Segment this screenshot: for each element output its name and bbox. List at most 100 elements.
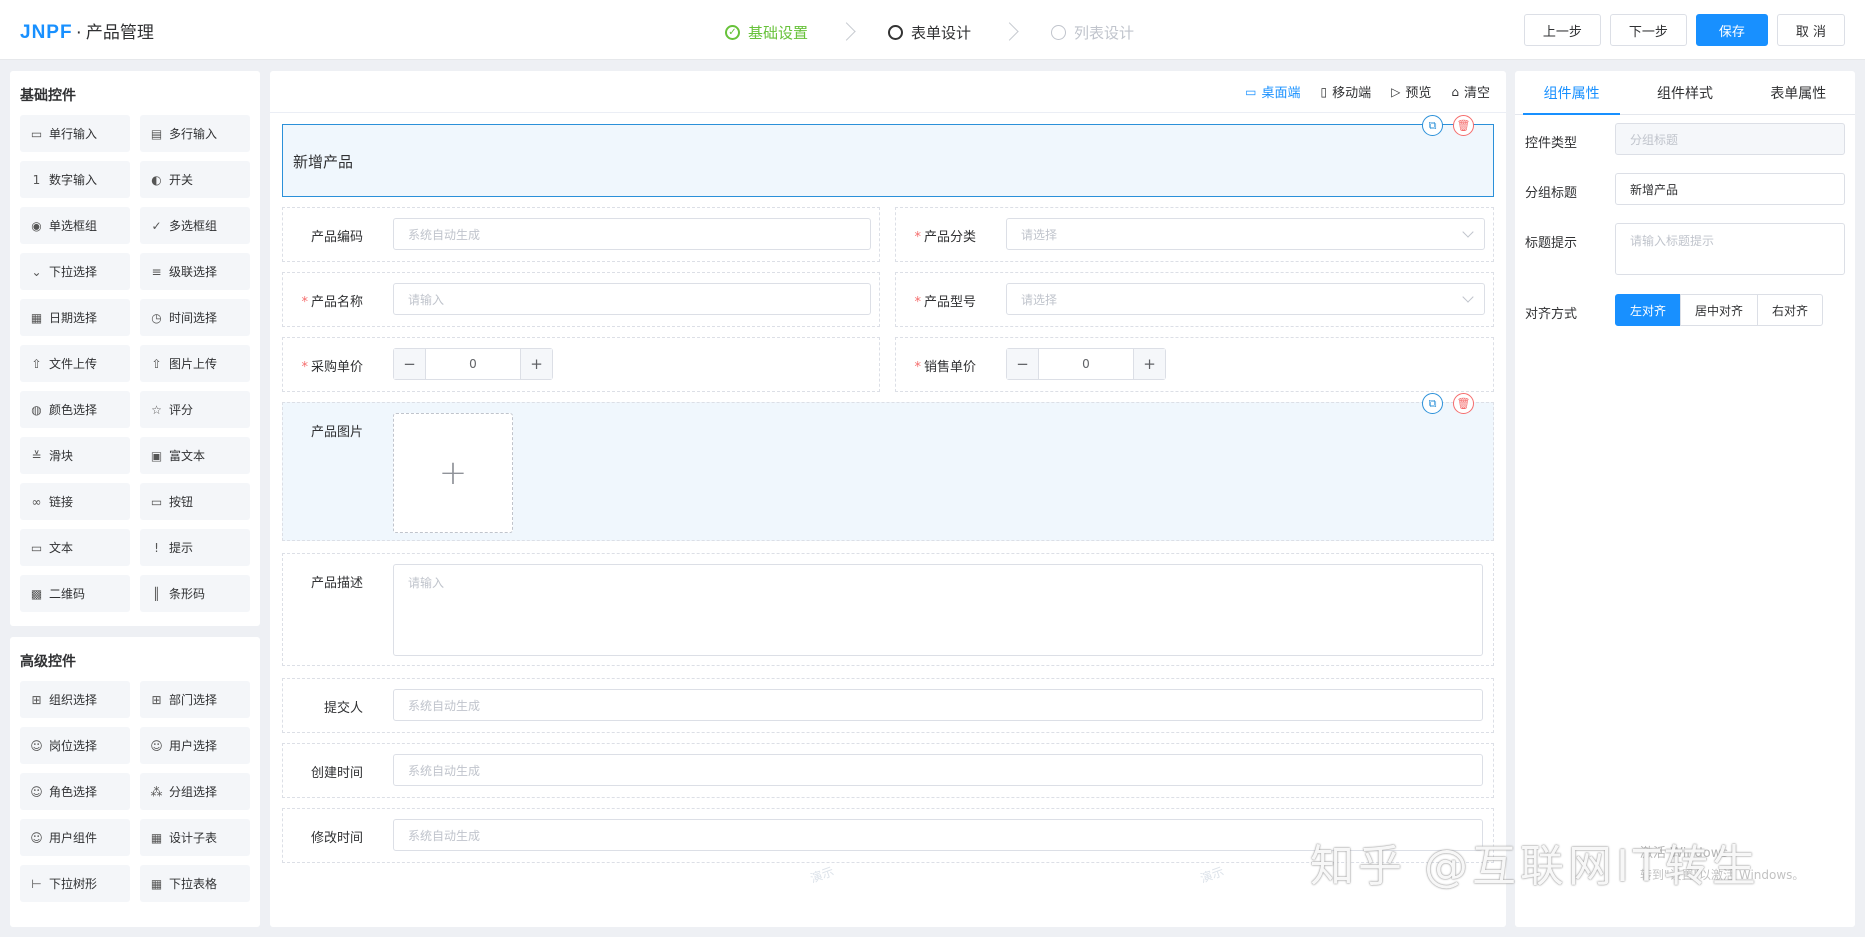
top-header: JNPF · 产品管理 ✓ 基础设置 表单设计 列表设计 上一步 下一步 保存 取 … xyxy=(0,0,1865,60)
align-left-button[interactable]: 左对齐 xyxy=(1615,294,1682,326)
minus-icon[interactable]: − xyxy=(1007,349,1039,379)
product-name-input[interactable]: 请输入 xyxy=(393,283,871,315)
tab-component-style[interactable]: 组件样式 xyxy=(1628,71,1741,114)
placeholder: 请输入 xyxy=(408,292,445,307)
control-icon: ▦ xyxy=(30,310,43,325)
image-upload-button[interactable]: + xyxy=(393,413,513,533)
field-sale-price[interactable]: * 销售单价 − 0 + xyxy=(895,337,1494,392)
step-list-design[interactable]: 列表设计 xyxy=(1051,22,1134,43)
basic-control-item-18[interactable]: ▭ 文本 xyxy=(20,529,130,566)
control-type-value: 分组标题 xyxy=(1630,132,1679,147)
advanced-control-item-4[interactable]: ☺ 角色选择 xyxy=(20,773,130,810)
created-time-input[interactable]: 系统自动生成 xyxy=(393,754,1483,786)
basic-control-item-5[interactable]: ✓ 多选框组 xyxy=(140,207,250,244)
submitter-input[interactable]: 系统自动生成 xyxy=(393,689,1483,721)
field-product-image[interactable]: 产品图片 + xyxy=(282,402,1494,541)
logo-dot: · xyxy=(75,22,83,43)
control-icon: 1 xyxy=(32,172,41,187)
advanced-controls-grid: ⊞ 组织选择 ⊞ 部门选择 ☺ 岗位选择 ☺ 用户选择 ☺ 角色选择 ⁂ 分组选择 ☺ 用户组件 ▦ 设计子表… xyxy=(10,681,260,902)
basic-control-item-19[interactable]: ! 提示 xyxy=(140,529,250,566)
tab-form-properties[interactable]: 表单属性 xyxy=(1742,71,1855,114)
cancel-button[interactable]: 取 消 xyxy=(1776,14,1845,46)
product-model-select[interactable]: 请选择 xyxy=(1006,283,1485,315)
basic-control-item-1[interactable]: ▤ 多行输入 xyxy=(140,115,250,152)
field-submitter[interactable]: 提交人 系统自动生成 xyxy=(282,678,1494,733)
advanced-control-item-8[interactable]: ⊢ 下拉树形 xyxy=(20,865,130,902)
step-label: 基础设置 xyxy=(748,23,809,42)
step-basic-settings[interactable]: ✓ 基础设置 xyxy=(725,22,808,43)
step-form-design[interactable]: 表单设计 xyxy=(888,22,971,43)
basic-control-item-7[interactable]: ≡ 级联选择 xyxy=(140,253,250,290)
basic-control-item-21[interactable]: ║ 条形码 xyxy=(140,575,250,612)
basic-control-item-12[interactable]: ◍ 颜色选择 xyxy=(20,391,130,428)
trash-icon[interactable]: 🗑 xyxy=(1453,115,1474,136)
advanced-control-item-5[interactable]: ⁂ 分组选择 xyxy=(140,773,250,810)
basic-control-item-3[interactable]: ◐ 开关 xyxy=(140,161,250,198)
mobile-view-toggle[interactable]: ▯ 移动端 xyxy=(1320,82,1371,102)
field-purchase-price[interactable]: * 采购单价 − 0 + xyxy=(282,337,880,392)
minus-icon[interactable]: − xyxy=(394,349,426,379)
plus-icon[interactable]: + xyxy=(520,349,552,379)
control-label: 时间选择 xyxy=(169,311,218,325)
basic-control-item-16[interactable]: ∞ 链接 xyxy=(20,483,130,520)
group-title-input[interactable]: 新增产品 xyxy=(1615,173,1845,205)
basic-control-item-13[interactable]: ☆ 评分 xyxy=(140,391,250,428)
basic-control-item-14[interactable]: ≚ 滑块 xyxy=(20,437,130,474)
purchase-price-stepper[interactable]: − 0 + xyxy=(393,348,553,380)
product-code-input[interactable]: 系统自动生成 xyxy=(393,218,871,250)
align-center-button[interactable]: 居中对齐 xyxy=(1680,294,1759,326)
basic-control-item-2[interactable]: 1 数字输入 xyxy=(20,161,130,198)
desktop-view-toggle[interactable]: ▭ 桌面端 xyxy=(1245,82,1300,102)
product-category-select[interactable]: 请选择 xyxy=(1006,218,1485,250)
field-product-category[interactable]: * 产品分类 请选择 xyxy=(895,207,1494,262)
circle-icon xyxy=(1051,24,1067,40)
field-product-model[interactable]: * 产品型号 请选择 xyxy=(895,272,1494,327)
preview-button[interactable]: ▷ 预览 xyxy=(1391,82,1431,102)
check-circle-icon: ✓ xyxy=(725,24,740,40)
next-step-button[interactable]: 下一步 xyxy=(1609,14,1687,46)
advanced-control-item-9[interactable]: ▦ 下拉表格 xyxy=(140,865,250,902)
advanced-control-item-1[interactable]: ⊞ 部门选择 xyxy=(140,681,250,718)
basic-control-item-17[interactable]: ▭ 按钮 xyxy=(140,483,250,520)
stepper-value[interactable]: 0 xyxy=(1039,349,1133,379)
tab-component-properties[interactable]: 组件属性 xyxy=(1515,71,1628,115)
properties-panel: 组件属性 组件样式 表单属性 控件类型 分组标题 分组标题 新增产品 标题提示 … xyxy=(1515,71,1855,927)
advanced-control-item-0[interactable]: ⊞ 组织选择 xyxy=(20,681,130,718)
basic-control-item-11[interactable]: ⇧ 图片上传 xyxy=(140,345,250,382)
basic-control-item-0[interactable]: ▭ 单行输入 xyxy=(20,115,130,152)
sale-price-stepper[interactable]: − 0 + xyxy=(1006,348,1166,380)
align-right-button[interactable]: 右对齐 xyxy=(1757,294,1824,326)
stepper-value[interactable]: 0 xyxy=(426,349,520,379)
prev-step-button[interactable]: 上一步 xyxy=(1523,14,1601,46)
control-icon: ⇧ xyxy=(151,356,162,371)
advanced-control-item-3[interactable]: ☺ 用户选择 xyxy=(140,727,250,764)
basic-control-item-20[interactable]: ▩ 二维码 xyxy=(20,575,130,612)
section-title-block[interactable]: 新增产品 xyxy=(282,124,1494,197)
basic-controls-title: 基础控件 xyxy=(20,88,76,104)
app-logo: JNPF · 产品管理 xyxy=(20,18,154,44)
plus-icon[interactable]: + xyxy=(1133,349,1165,379)
basic-control-item-9[interactable]: ◷ 时间选择 xyxy=(140,299,250,336)
field-product-name[interactable]: * 产品名称 请输入 xyxy=(282,272,880,327)
field-product-code[interactable]: 产品编码 系统自动生成 xyxy=(282,207,880,262)
basic-control-item-6[interactable]: ⌄ 下拉选择 xyxy=(20,253,130,290)
advanced-control-item-6[interactable]: ☺ 用户组件 xyxy=(20,819,130,856)
field-created-time[interactable]: 创建时间 系统自动生成 xyxy=(282,743,1494,798)
basic-control-item-4[interactable]: ◉ 单选框组 xyxy=(20,207,130,244)
prop-group-title: 分组标题 新增产品 xyxy=(1525,173,1845,205)
copy-icon[interactable]: ⧉ xyxy=(1422,115,1443,136)
basic-control-item-15[interactable]: ▣ 富文本 xyxy=(140,437,250,474)
title-hint-textarea[interactable]: 请输入标题提示 xyxy=(1615,223,1845,275)
prop-label: 标题提示 xyxy=(1525,236,1578,251)
label-text: 采购单价 xyxy=(310,360,363,375)
advanced-control-item-2[interactable]: ☺ 岗位选择 xyxy=(20,727,130,764)
product-description-textarea[interactable]: 请输入 xyxy=(393,564,1483,656)
clear-button[interactable]: ⌂ 清空 xyxy=(1451,82,1490,102)
save-button[interactable]: 保存 xyxy=(1695,14,1768,46)
trash-icon[interactable]: 🗑 xyxy=(1453,393,1474,414)
advanced-control-item-7[interactable]: ▦ 设计子表 xyxy=(140,819,250,856)
field-product-description[interactable]: 产品描述 请输入 xyxy=(282,553,1494,666)
basic-control-item-8[interactable]: ▦ 日期选择 xyxy=(20,299,130,336)
copy-icon[interactable]: ⧉ xyxy=(1422,393,1443,414)
basic-control-item-10[interactable]: ⇧ 文件上传 xyxy=(20,345,130,382)
